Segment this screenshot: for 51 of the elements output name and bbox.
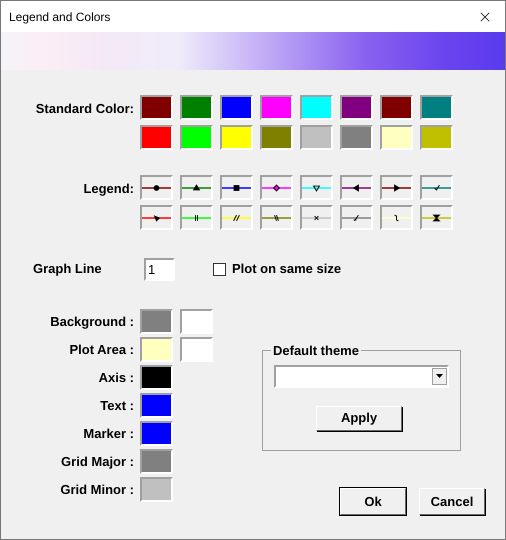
ok-button[interactable]: Ok xyxy=(340,488,406,515)
legend-style-button[interactable] xyxy=(340,175,373,200)
group-title: Default theme xyxy=(272,342,360,360)
theme-dropdown[interactable] xyxy=(274,364,449,388)
color-swatch[interactable] xyxy=(380,125,413,150)
color-setting-label: Marker : xyxy=(82,424,135,443)
legend-style-button[interactable] xyxy=(140,205,173,230)
color-swatch[interactable] xyxy=(140,365,173,390)
color-swatch[interactable] xyxy=(180,309,213,334)
graph-line-label: Graph Line xyxy=(33,260,103,278)
color-swatch[interactable] xyxy=(420,125,453,150)
color-swatch[interactable] xyxy=(140,477,173,502)
color-setting-label: Text : xyxy=(99,396,135,415)
color-setting-label: Grid Minor : xyxy=(59,480,135,499)
legend-style-button[interactable] xyxy=(420,205,453,230)
color-swatch[interactable] xyxy=(180,125,213,150)
cancel-button[interactable]: Cancel xyxy=(419,488,485,515)
legend-label: Legend: xyxy=(82,180,135,198)
graph-line-input[interactable]: 1 xyxy=(144,258,175,280)
legend-style-button[interactable] xyxy=(180,175,213,200)
color-swatch[interactable] xyxy=(340,95,373,120)
color-swatch[interactable] xyxy=(140,393,173,418)
color-setting-label: Background : xyxy=(49,312,135,331)
legend-style-button[interactable] xyxy=(140,175,173,200)
color-swatch[interactable] xyxy=(340,125,373,150)
color-setting-label: Grid Major : xyxy=(60,452,135,471)
window-title: Legend and Colors xyxy=(9,8,110,26)
color-setting-label: Axis : xyxy=(98,368,135,387)
color-swatch[interactable] xyxy=(140,95,173,120)
color-swatch[interactable] xyxy=(140,309,173,334)
color-swatch[interactable] xyxy=(300,125,333,150)
color-swatch[interactable] xyxy=(140,337,173,362)
legend-style-button[interactable] xyxy=(220,175,253,200)
color-swatch[interactable] xyxy=(260,125,293,150)
color-swatch[interactable] xyxy=(140,449,173,474)
color-swatch[interactable] xyxy=(380,95,413,120)
legend-style-button[interactable] xyxy=(260,175,293,200)
color-swatch[interactable] xyxy=(260,95,293,120)
color-swatch[interactable] xyxy=(300,95,333,120)
color-swatch[interactable] xyxy=(420,95,453,120)
plot-same-size-checkbox[interactable]: Plot on same size xyxy=(213,259,342,279)
color-swatch[interactable] xyxy=(180,95,213,120)
color-swatch[interactable] xyxy=(220,95,253,120)
standard-color-label: Standard Color: xyxy=(34,100,135,118)
color-swatch[interactable] xyxy=(180,337,213,362)
color-swatch[interactable] xyxy=(220,125,253,150)
color-swatch[interactable] xyxy=(140,421,173,446)
legend-style-button[interactable] xyxy=(380,175,413,200)
color-swatch[interactable] xyxy=(140,125,173,150)
apply-button[interactable]: Apply xyxy=(316,406,402,430)
color-setting-label: Plot Area : xyxy=(68,340,135,359)
